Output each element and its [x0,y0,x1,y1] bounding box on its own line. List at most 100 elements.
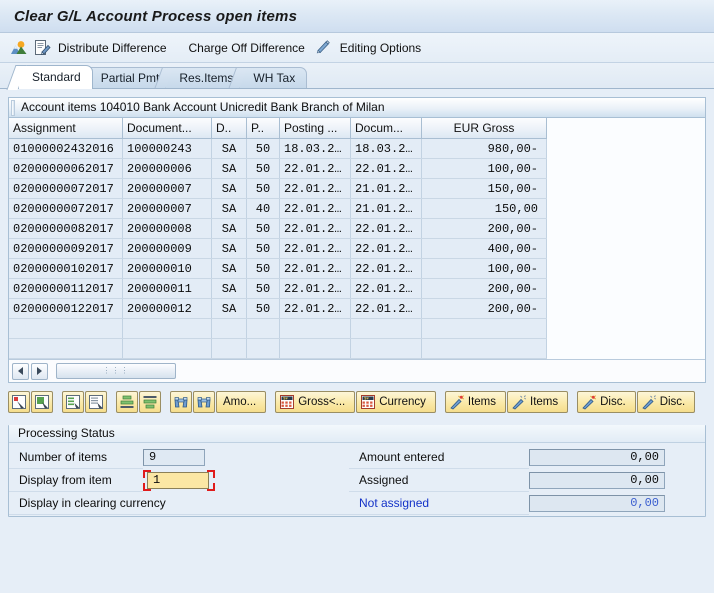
search-button[interactable] [170,391,192,413]
table-cell[interactable]: 200,00- [421,218,547,239]
table-cell[interactable]: 22.01.2… [279,198,351,219]
table-cell[interactable]: 22.01.2… [279,218,351,239]
table-cell[interactable]: 100000243 [122,138,212,159]
table-row[interactable]: 01000002432016 100000243 SA 50 18.03.2… 18.03… [9,138,547,159]
table-cell-empty[interactable] [211,338,247,359]
table-cell[interactable]: 22.01.2… [279,158,351,179]
table-cell[interactable]: 22.01.2… [350,218,422,239]
table-cell[interactable]: 200,00- [421,298,547,319]
column-header[interactable]: D.. [211,118,247,139]
table-cell[interactable]: 02000000072017 [9,198,123,219]
table-cell[interactable]: 200000007 [122,198,212,219]
table-row[interactable]: 02000000082017 200000008 SA 50 22.01.2… 22.01… [9,218,547,239]
items-deactivate-button[interactable]: Items [507,391,569,413]
table-cell[interactable]: 50 [246,178,280,199]
table-cell[interactable]: 200000007 [122,178,212,199]
table-cell[interactable]: 200,00- [421,278,547,299]
table-cell-empty[interactable] [211,318,247,339]
table-cell[interactable]: 02000000122017 [9,298,123,319]
table-cell[interactable]: 40 [246,198,280,219]
table-cell-empty[interactable] [9,318,123,339]
table-cell[interactable]: SA [211,198,247,219]
not-assigned-label[interactable]: Not assigned [349,492,529,515]
table-cell[interactable]: 22.01.2… [350,238,422,259]
document-pencil-icon[interactable] [33,39,51,57]
table-cell[interactable]: 22.01.2… [279,238,351,259]
table-cell[interactable]: 200000006 [122,158,212,179]
table-cell[interactable]: SA [211,158,247,179]
column-header[interactable]: Assignment [9,118,123,139]
table-row[interactable]: 02000000102017 200000010 SA 50 22.01.2… 22.01… [9,258,547,279]
pencil-icon[interactable] [315,39,333,57]
table-row[interactable]: 02000000072017 200000007 SA 50 22.01.2… 21.01… [9,178,547,199]
column-header[interactable]: EUR Gross [421,118,547,139]
horizontal-scrollbar-thumb[interactable]: ⋮⋮⋮ [56,363,176,379]
table-cell-empty[interactable] [122,318,212,339]
table-cell-empty[interactable] [421,318,547,339]
table-cell[interactable]: 50 [246,138,280,159]
table-cell-empty[interactable] [421,338,547,359]
table-cell[interactable]: 02000000112017 [9,278,123,299]
table-cell[interactable]: 200000008 [122,218,212,239]
table-cell[interactable]: SA [211,138,247,159]
table-row-empty[interactable] [9,318,547,339]
table-cell[interactable]: SA [211,178,247,199]
table-cell[interactable]: 22.01.2… [279,178,351,199]
table-cell[interactable]: 50 [246,158,280,179]
table-cell[interactable]: 50 [246,298,280,319]
activate-items-button[interactable] [62,391,84,413]
sort-descending-button[interactable] [139,391,161,413]
table-cell[interactable]: 200000009 [122,238,212,259]
table-cell[interactable]: 100,00- [421,258,547,279]
search-next-button[interactable] [193,391,215,413]
disc-deactivate-button[interactable]: Disc. [636,391,696,413]
table-row[interactable]: 02000000112017 200000011 SA 50 22.01.2… 22.01… [9,278,547,299]
table-cell[interactable]: 02000000082017 [9,218,123,239]
table-cell-empty[interactable] [350,318,422,339]
table-cell-empty[interactable] [9,338,123,359]
table-cell[interactable]: 02000000072017 [9,178,123,199]
table-cell[interactable]: 21.01.2… [350,178,422,199]
table-cell[interactable]: 18.03.2… [350,138,422,159]
table-cell[interactable]: 50 [246,218,280,239]
table-row[interactable]: 02000000062017 200000006 SA 50 22.01.2… 22.01… [9,158,547,179]
table-cell[interactable]: 150,00- [421,178,547,199]
table-cell[interactable]: 02000000092017 [9,238,123,259]
table-cell[interactable]: 22.01.2… [279,258,351,279]
table-cell-empty[interactable] [279,338,351,359]
column-header[interactable]: Docum... [350,118,422,139]
table-cell[interactable]: 02000000102017 [9,258,123,279]
number-of-items-field[interactable]: 9 [143,449,205,466]
table-cell[interactable]: 18.03.2… [279,138,351,159]
scroll-right-button[interactable] [31,362,48,380]
scroll-left-button[interactable] [12,362,29,380]
table-cell-empty[interactable] [246,338,280,359]
table-cell[interactable]: 02000000062017 [9,158,123,179]
table-cell[interactable]: 22.01.2… [350,158,422,179]
column-header[interactable]: Document... [122,118,212,139]
tab-standard[interactable]: Standard [18,65,93,89]
distribute-difference-button[interactable]: Distribute Difference [58,41,167,55]
table-cell[interactable]: 22.01.2… [279,278,351,299]
table-cell[interactable]: 200000012 [122,298,212,319]
table-cell[interactable]: SA [211,258,247,279]
table-cell[interactable]: 22.01.2… [350,278,422,299]
table-cell[interactable]: 50 [246,278,280,299]
editing-options-button[interactable]: Editing Options [340,41,421,55]
table-cell[interactable]: 22.01.2… [279,298,351,319]
table-cell[interactable]: 150,00 [421,198,547,219]
table-cell[interactable]: 100,00- [421,158,547,179]
items-activate-button[interactable]: Items [444,391,506,413]
table-cell[interactable]: 980,00- [421,138,547,159]
gross-less-button[interactable]: $¥ Gross<... [275,391,356,413]
column-header[interactable]: Posting ... [279,118,351,139]
table-cell-empty[interactable] [279,318,351,339]
disc-activate-button[interactable]: Disc. [577,391,636,413]
table-cell[interactable]: 200000011 [122,278,212,299]
table-cell[interactable]: 22.01.2… [350,258,422,279]
table-cell[interactable]: SA [211,238,247,259]
table-row-empty[interactable] [9,338,547,359]
table-cell[interactable]: 200000010 [122,258,212,279]
select-all-button[interactable] [8,391,30,413]
table-cell[interactable]: SA [211,218,247,239]
